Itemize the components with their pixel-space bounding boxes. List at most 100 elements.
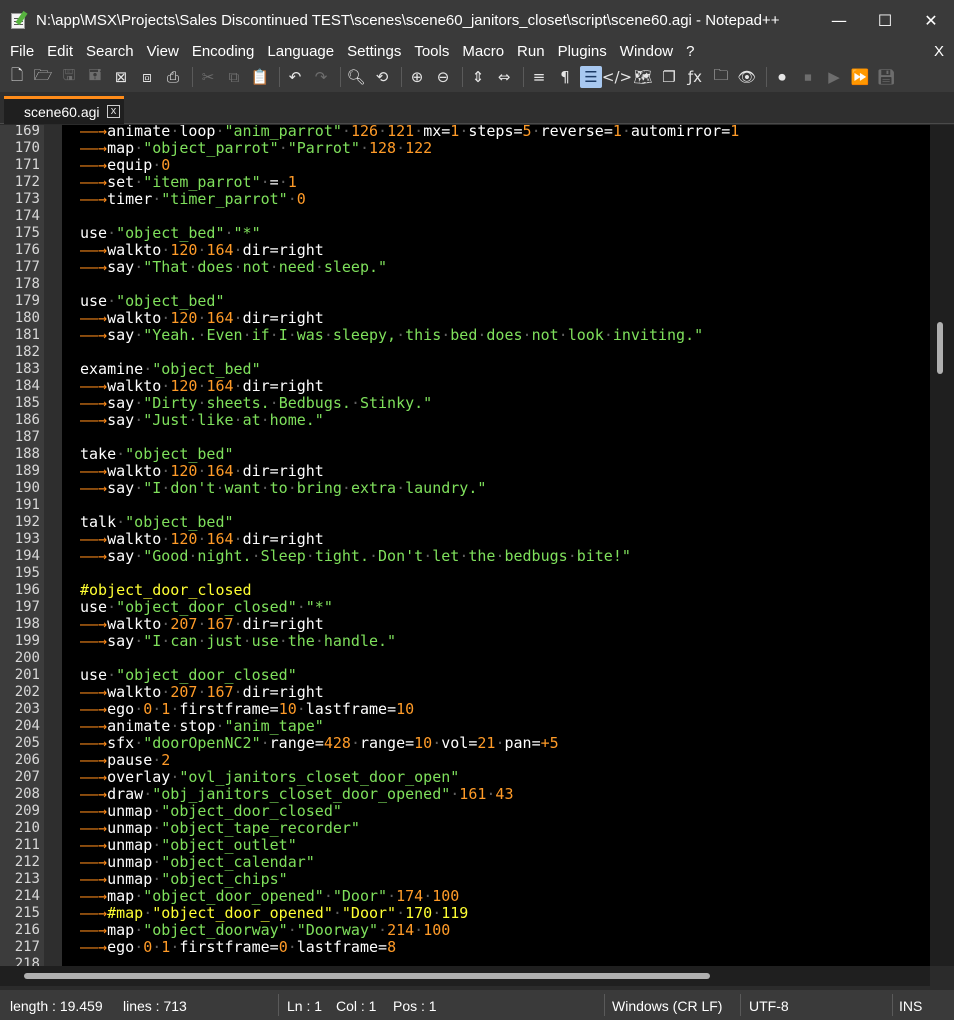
code-line[interactable]: 207 ——→overlay·"ovl_janitors_closet_door_… xyxy=(0,769,930,786)
code-line[interactable]: 204 ——→animate·stop·"anim_tape" xyxy=(0,718,930,735)
close-icon[interactable]: ⊠ xyxy=(110,66,132,88)
menu-macro[interactable]: Macro xyxy=(457,43,509,60)
undo-icon[interactable]: ↶ xyxy=(284,66,306,88)
notepadpp-app-icon[interactable] xyxy=(10,10,28,29)
code-line[interactable]: 211 ——→unmap·"object_outlet" xyxy=(0,837,930,854)
replace-icon[interactable]: ⟲ xyxy=(371,66,393,88)
run-macro-multiple-icon[interactable]: ⏩ xyxy=(849,66,871,88)
tab-scene60-agi[interactable]: scene60.agi x xyxy=(4,96,124,124)
menu-language[interactable]: Language xyxy=(262,43,339,60)
code-line[interactable]: 185 ——→say·"Dirty·sheets.·Bedbugs.·Stinky… xyxy=(0,395,930,412)
code-line[interactable]: 203 ——→ego·0·1·firstframe=10·lastframe=10 xyxy=(0,701,930,718)
menu-edit[interactable]: Edit xyxy=(42,43,78,60)
tab-close-icon[interactable]: x xyxy=(107,105,120,118)
code-line[interactable]: 213 ——→unmap·"object_chips" xyxy=(0,871,930,888)
save-macro-icon[interactable]: 💾︎ xyxy=(875,66,897,88)
code-line[interactable]: 192 talk·"object_bed" xyxy=(0,514,930,531)
code-line[interactable]: 180 ——→walkto·120·164·dir=right xyxy=(0,310,930,327)
code-line[interactable]: 218 xyxy=(0,956,930,966)
menu-view[interactable]: View xyxy=(142,43,184,60)
menu-help[interactable]: ? xyxy=(681,43,699,60)
sync-vertical-icon[interactable]: ⇕ xyxy=(467,66,489,88)
code-line[interactable]: 201 use·"object_door_closed" xyxy=(0,667,930,684)
code-line[interactable]: 172 ——→set·"item_parrot"·=·1 xyxy=(0,174,930,191)
code-line[interactable]: 212 ——→unmap·"object_calendar" xyxy=(0,854,930,871)
record-macro-icon[interactable]: ⏺ xyxy=(771,66,793,88)
code-line[interactable]: 178 xyxy=(0,276,930,293)
code-line[interactable]: 173 ——→timer·"timer_parrot"·0 xyxy=(0,191,930,208)
menu-file[interactable]: File xyxy=(5,43,39,60)
find-icon[interactable]: 🔍︎ xyxy=(345,66,367,88)
code-line[interactable]: 199 ——→say·"I·can·just·use·the·handle." xyxy=(0,633,930,650)
stop-macro-icon[interactable]: ⏹ xyxy=(797,66,819,88)
code-line[interactable]: 183 examine·"object_bed" xyxy=(0,361,930,378)
open-file-icon[interactable]: 🗁 xyxy=(32,66,54,88)
code-line[interactable]: 176 ——→walkto·120·164·dir=right xyxy=(0,242,930,259)
code-line[interactable]: 184 ——→walkto·120·164·dir=right xyxy=(0,378,930,395)
menu-plugins[interactable]: Plugins xyxy=(553,43,612,60)
window-close-button[interactable]: ✕ xyxy=(908,0,954,40)
save-all-icon[interactable]: 🖬 xyxy=(84,66,106,88)
code-line[interactable]: 216 ——→map·"object_doorway"·"Doorway"·214… xyxy=(0,922,930,939)
code-line[interactable]: 215 ——→#map·"object_door_opened"·"Door"·1… xyxy=(0,905,930,922)
code-line[interactable]: 208 ——→draw·"obj_janitors_closet_door_ope… xyxy=(0,786,930,803)
close-document-button[interactable]: X xyxy=(934,43,944,60)
code-line[interactable]: 187 xyxy=(0,429,930,446)
code-line[interactable]: 188 take·"object_bed" xyxy=(0,446,930,463)
menu-window[interactable]: Window xyxy=(615,43,678,60)
vertical-scrollbar[interactable] xyxy=(930,125,954,966)
indent-guide-icon[interactable]: ☰ xyxy=(580,66,602,88)
maximize-button[interactable]: ☐ xyxy=(862,0,908,40)
print-icon[interactable]: ⎙ xyxy=(162,66,184,88)
word-wrap-icon[interactable]: ≡ xyxy=(528,66,550,88)
redo-icon[interactable]: ↷ xyxy=(310,66,332,88)
code-line[interactable]: 174 xyxy=(0,208,930,225)
code-line[interactable]: 190 ——→say·"I·don't·want·to·bring·extra·l… xyxy=(0,480,930,497)
minimize-button[interactable]: — xyxy=(816,0,862,40)
menu-tools[interactable]: Tools xyxy=(409,43,454,60)
monitoring-icon[interactable]: 👁︎ xyxy=(736,66,758,88)
vertical-scroll-thumb[interactable] xyxy=(937,322,943,374)
function-list-icon[interactable]: ƒx xyxy=(684,66,706,88)
code-line[interactable]: 179 use·"object_bed" xyxy=(0,293,930,310)
copy-icon[interactable]: ⧉ xyxy=(223,66,245,88)
user-defined-lang-icon[interactable]: </> xyxy=(602,66,632,88)
code-line[interactable]: 214 ——→map·"object_door_opened"·"Door"·17… xyxy=(0,888,930,905)
cut-icon[interactable]: ✂ xyxy=(197,66,219,88)
code-line[interactable]: 202 ——→walkto·207·167·dir=right xyxy=(0,684,930,701)
play-macro-icon[interactable]: ▶ xyxy=(823,66,845,88)
new-file-icon[interactable]: 🗋 xyxy=(6,66,28,88)
code-line[interactable]: 175 use·"object_bed"·"*" xyxy=(0,225,930,242)
status-insert-mode[interactable]: INS xyxy=(899,998,922,1014)
status-eol-format[interactable]: Windows (CR LF) xyxy=(612,998,722,1014)
code-line[interactable]: 191 xyxy=(0,497,930,514)
code-line[interactable]: 171 ——→equip·0 xyxy=(0,157,930,174)
sync-horizontal-icon[interactable]: ⇔ xyxy=(493,66,515,88)
code-line[interactable]: 205 ——→sfx·"doorOpenNC2"·range=428·range=… xyxy=(0,735,930,752)
code-line[interactable]: 177 ——→say·"That·does·not·need·sleep." xyxy=(0,259,930,276)
code-line[interactable]: 200 xyxy=(0,650,930,667)
save-icon[interactable]: 🖫 xyxy=(58,66,80,88)
menu-encoding[interactable]: Encoding xyxy=(187,43,260,60)
close-all-icon[interactable]: ⧈ xyxy=(136,66,158,88)
zoom-in-icon[interactable]: ⊕ xyxy=(406,66,428,88)
folder-workspace-icon[interactable]: 🗀 xyxy=(710,66,732,88)
code-line[interactable]: 209 ——→unmap·"object_door_closed" xyxy=(0,803,930,820)
code-editor[interactable]: 169 ——→animate·loop·"anim_parrot"·126·121… xyxy=(0,125,954,966)
code-line[interactable]: 169 ——→animate·loop·"anim_parrot"·126·121… xyxy=(0,125,930,140)
code-line[interactable]: 206 ——→pause·2 xyxy=(0,752,930,769)
code-line[interactable]: 186 ——→say·"Just·like·at·home." xyxy=(0,412,930,429)
code-line[interactable]: 181 ——→say·"Yeah.·Even·if·I·was·sleepy,·t… xyxy=(0,327,930,344)
code-line[interactable]: 198 ——→walkto·207·167·dir=right xyxy=(0,616,930,633)
doc-map-icon[interactable]: 🗺︎ xyxy=(632,66,654,88)
zoom-out-icon[interactable]: ⊖ xyxy=(432,66,454,88)
show-all-chars-icon[interactable]: ¶ xyxy=(554,66,576,88)
code-line[interactable]: 217 ——→ego·0·1·firstframe=0·lastframe=8 xyxy=(0,939,930,956)
status-encoding[interactable]: UTF-8 xyxy=(749,998,789,1014)
code-line[interactable]: 195 xyxy=(0,565,930,582)
code-line[interactable]: 210 ——→unmap·"object_tape_recorder" xyxy=(0,820,930,837)
paste-icon[interactable]: 📋 xyxy=(249,66,271,88)
code-line[interactable]: 196 #object_door_closed xyxy=(0,582,930,599)
doc-list-icon[interactable]: ❐ xyxy=(658,66,680,88)
code-line[interactable]: 194 ——→say·"Good·night.·Sleep·tight.·Don'… xyxy=(0,548,930,565)
